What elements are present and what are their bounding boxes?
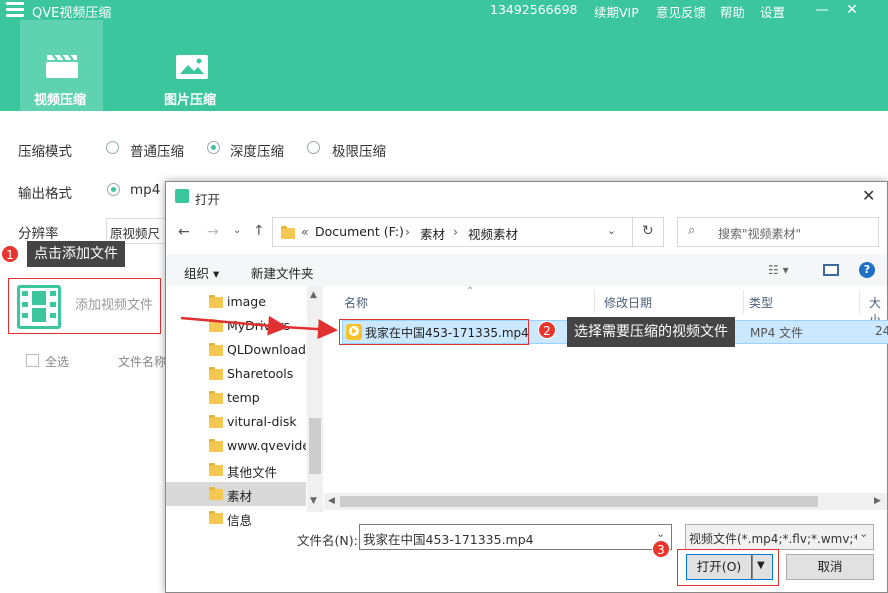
step-badge-3: 3 [652,540,670,558]
arrow-line [282,319,338,340]
callout-select-file: 选择需要压缩的视频文件 [567,317,735,347]
step-badge-2: 2 [538,321,556,339]
arrow-line [180,315,288,336]
annotation-arrows [180,315,338,340]
